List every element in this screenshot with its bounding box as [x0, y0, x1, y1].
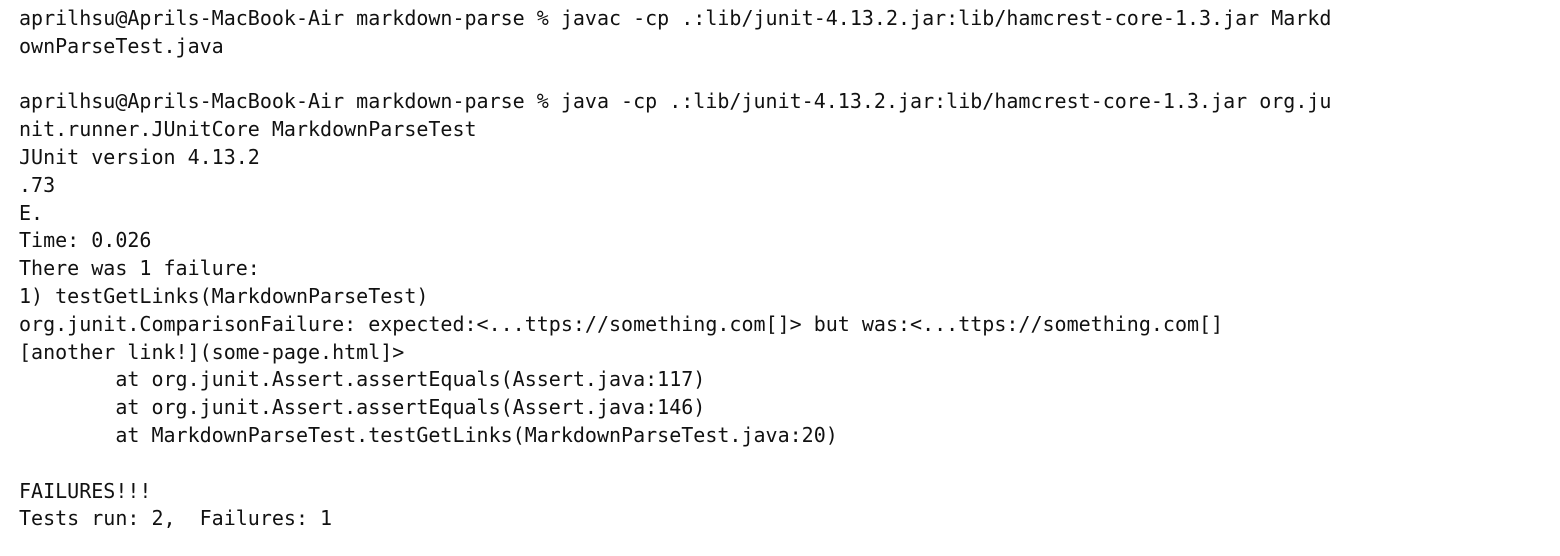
terminal-line: JUnit version 4.13.2: [19, 144, 260, 169]
terminal-line: aprilhsu@Aprils-MacBook-Air markdown-par…: [19, 89, 1332, 114]
terminal-line: FAILURES!!!: [19, 478, 152, 503]
terminal-line: at org.junit.Assert.assertEquals(Assert.…: [19, 395, 706, 420]
terminal-line: There was 1 failure:: [19, 256, 260, 281]
terminal-line: Time: 0.026: [19, 228, 152, 253]
terminal-line: E.: [19, 200, 44, 225]
terminal-line: aprilhsu@Aprils-MacBook-Air markdown-par…: [19, 6, 1332, 30]
terminal-output[interactable]: aprilhsu@Aprils-MacBook-Air markdown-par…: [0, 0, 1560, 556]
terminal-line: nit.runner.JUnitCore MarkdownParseTest: [19, 117, 477, 142]
terminal-line: ownParseTest.java: [19, 33, 224, 58]
terminal-line: at org.junit.Assert.assertEquals(Assert.…: [19, 367, 706, 392]
terminal-line: .73: [19, 172, 56, 197]
terminal-line: [another link!](some-page.html]>: [19, 339, 405, 364]
terminal-line: Tests run: 2, Failures: 1: [19, 506, 333, 531]
terminal-line: 1) testGetLinks(MarkdownParseTest): [19, 283, 429, 308]
terminal-line: at MarkdownParseTest.testGetLinks(Markdo…: [19, 422, 838, 447]
terminal-line: org.junit.ComparisonFailure: expected:<.…: [19, 311, 1224, 336]
